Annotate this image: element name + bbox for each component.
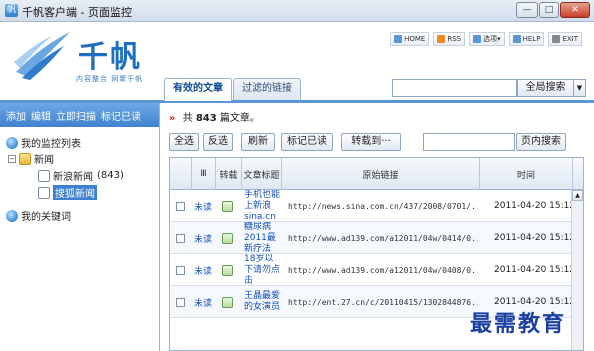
sidebar-toolbar: 添加 编辑 立即扫描 标记已读 (0, 103, 159, 127)
article-title-link[interactable]: 王晶最爱的女演员 (244, 291, 282, 313)
article-time: 2011-04-20 15:12 (494, 233, 576, 243)
brand-slogan: 内容整合 网聚千帆 (76, 75, 144, 83)
help-icon (512, 35, 521, 43)
tab-filtered-links[interactable]: 过滤的链接 (233, 78, 301, 100)
table-row[interactable]: 未读 18岁以下请勿点击 http://www.ad139.com/a12011… (170, 254, 583, 286)
table-scrollbar[interactable]: ▲ (571, 190, 583, 350)
reprint-to-button[interactable]: 转载到··· (341, 133, 401, 151)
col-url[interactable]: 原始链接 (282, 158, 480, 190)
globe-icon (6, 209, 18, 222)
read-status: 未读 (194, 202, 213, 213)
tree-monitor-list[interactable]: 我的监控列表 (6, 135, 81, 150)
exit-icon (552, 35, 561, 43)
read-status: 未读 (194, 234, 213, 245)
col-reprint[interactable]: 转载 (216, 158, 242, 190)
rss-link[interactable]: RSS (433, 32, 466, 46)
refresh-button[interactable]: 刷新 (241, 133, 275, 151)
col-time[interactable]: 时间 (480, 158, 573, 190)
app-icon: 帆 (5, 4, 18, 17)
sail-logo-icon (14, 32, 70, 80)
maximize-button[interactable]: □ (539, 2, 559, 18)
article-title-link[interactable]: 18岁以下请勿点击 (244, 254, 282, 286)
reprint-icon[interactable] (222, 296, 233, 308)
table-row[interactable]: 未读 手机也能上新浪sina.cn http://news.sina.com.c… (170, 190, 583, 222)
reprint-icon[interactable] (222, 264, 233, 276)
tab-valid-articles[interactable]: 有效的文章 (164, 78, 232, 101)
home-link[interactable]: HOME (390, 32, 430, 46)
col-title[interactable]: 文章标题 (242, 158, 282, 190)
article-time: 2011-04-20 15:12 (494, 201, 576, 211)
article-count: » 共 843 篇文章。 (169, 113, 260, 124)
col-checkbox[interactable] (170, 158, 192, 190)
window-titlebar: 帆 千帆客户端 - 页面监控 — □ ✕ (0, 0, 594, 22)
app-header: 千帆 内容整合 网聚千帆 HOME RSS 选项▾ HELP EXIT 有效的文… (0, 22, 594, 101)
window-title: 千帆客户端 - 页面监控 (22, 6, 132, 19)
row-checkbox[interactable] (176, 265, 185, 275)
folder-icon (19, 152, 31, 165)
invert-selection-button[interactable]: 反选 (203, 133, 233, 151)
document-icon (38, 169, 50, 182)
read-status: 未读 (194, 298, 213, 309)
select-all-button[interactable]: 全选 (169, 133, 199, 151)
article-time: 2011-04-20 15:12 (494, 265, 576, 275)
sina-news-count: (843) (97, 170, 124, 181)
original-url[interactable]: http://news.sina.com.cn/437/2008/0701/..… (288, 190, 478, 222)
top-links: HOME RSS 选项▾ HELP EXIT (390, 32, 582, 46)
page-search-button[interactable]: 页内搜索 (516, 133, 566, 151)
mark-read-button[interactable]: 标记已读 (281, 133, 333, 151)
row-checkbox[interactable] (176, 233, 185, 243)
close-button[interactable]: ✕ (560, 2, 590, 18)
sort-icon: Ⅲ (200, 169, 207, 179)
reprint-icon[interactable] (222, 232, 233, 244)
article-title-link[interactable]: 手机也能上新浪sina.cn (244, 190, 282, 222)
original-url[interactable]: http://ent.27.cn/c/20110415/1302844876..… (288, 286, 478, 318)
read-status: 未读 (194, 266, 213, 277)
table-header: Ⅲ 转载 文章标题 原始链接 时间 (170, 158, 583, 190)
global-search-input[interactable] (392, 79, 517, 97)
article-title-link[interactable]: 糖尿病2011最新疗法 (244, 222, 282, 254)
edit-button[interactable]: 编辑 (31, 108, 51, 123)
home-icon (394, 35, 403, 43)
scroll-up-icon[interactable]: ▲ (572, 190, 583, 201)
tree-sina-news[interactable]: 新浪新闻 (843) (38, 168, 124, 183)
original-url[interactable]: http://www.ad139.com/a12011/04w/0414/0..… (288, 222, 478, 254)
options-icon (473, 35, 482, 43)
row-checkbox[interactable] (176, 297, 185, 307)
document-icon (38, 186, 50, 199)
watermark-logo: 最需教育 (470, 311, 567, 337)
minimize-button[interactable]: — (516, 2, 538, 18)
tree-my-keywords[interactable]: 我的关键词 (6, 208, 71, 223)
original-url[interactable]: http://www.ad139.com/a12011/04w/0408/0..… (288, 254, 478, 286)
global-search-dropdown[interactable]: ▼ (574, 79, 586, 97)
global-search-button[interactable]: 全局搜索 (517, 79, 574, 97)
add-button[interactable]: 添加 (6, 108, 26, 123)
options-link[interactable]: 选项▾ (469, 32, 505, 46)
scan-now-button[interactable]: 立即扫描 (56, 108, 96, 123)
exit-link[interactable]: EXIT (548, 32, 582, 46)
double-arrow-icon: » (169, 113, 176, 124)
reprint-icon[interactable] (222, 200, 233, 212)
globe-icon (6, 136, 18, 149)
mark-read-sidebar-button[interactable]: 标记已读 (101, 108, 141, 123)
table-row[interactable]: 未读 糖尿病2011最新疗法 http://www.ad139.com/a120… (170, 222, 583, 254)
collapse-icon[interactable]: − (8, 154, 16, 163)
col-status[interactable]: Ⅲ (192, 158, 216, 190)
tree-news-folder[interactable]: − 新闻 (8, 151, 54, 166)
help-link[interactable]: HELP (508, 32, 545, 46)
brand-name: 千帆 (78, 40, 142, 75)
row-checkbox[interactable] (176, 201, 185, 211)
page-search-input[interactable] (423, 133, 515, 151)
rss-icon (437, 35, 446, 43)
tree-sohu-news[interactable]: 搜狐新闻 (38, 185, 97, 200)
sidebar: 添加 编辑 立即扫描 标记已读 我的监控列表 − 新闻 新浪新闻 (843) 搜… (0, 103, 160, 351)
